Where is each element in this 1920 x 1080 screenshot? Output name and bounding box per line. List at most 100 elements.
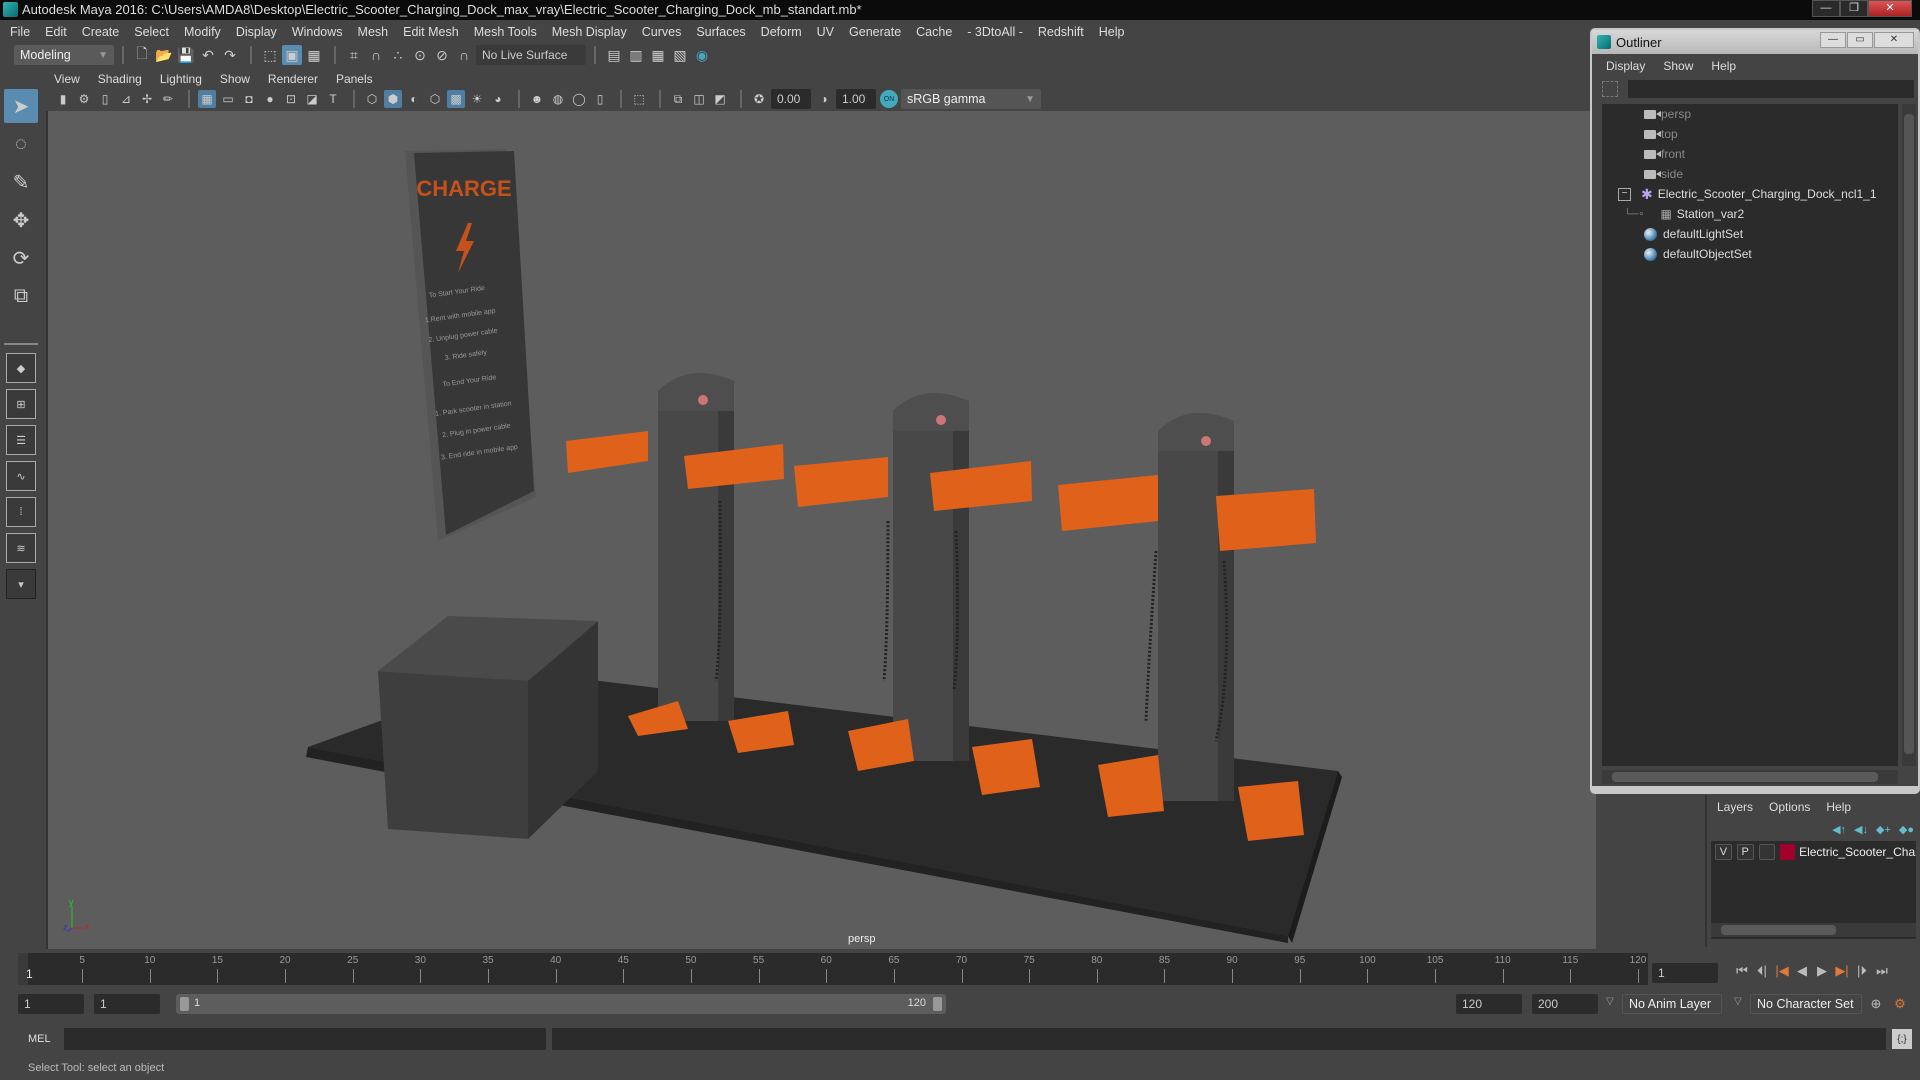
animation-preferences-icon[interactable]: ⚙: [1890, 994, 1910, 1014]
redo-icon[interactable]: ↷: [220, 45, 240, 65]
step-back-key-icon[interactable]: |◀: [1772, 961, 1792, 981]
menu-display[interactable]: Display: [236, 25, 277, 39]
snap-grid-icon[interactable]: ⌗: [344, 45, 364, 65]
chevron-down-icon[interactable]: ▽: [1734, 996, 1742, 1007]
outliner-menu-show[interactable]: Show: [1663, 59, 1693, 73]
persp-graph-layout-icon[interactable]: ∿: [6, 461, 36, 491]
command-input[interactable]: [64, 1028, 546, 1050]
outliner-maximize-button[interactable]: ▭: [1847, 32, 1873, 48]
menu-uv[interactable]: UV: [817, 25, 834, 39]
menu-mesh-tools[interactable]: Mesh Tools: [474, 25, 537, 39]
new-layer-selected-icon[interactable]: ◆●: [1899, 823, 1914, 836]
playback-end-field[interactable]: 120: [1456, 994, 1522, 1014]
range-bar[interactable]: 1 120: [176, 994, 946, 1014]
render-frame-icon[interactable]: ▥: [626, 45, 646, 65]
outliner-persp-layout-icon[interactable]: ☰: [6, 425, 36, 455]
go-to-end-icon[interactable]: ⏭: [1872, 961, 1892, 981]
outliner-item-group[interactable]: − ✱ Electric_Scooter_Charging_Dock_ncl1_…: [1602, 184, 1898, 204]
maximize-button[interactable]: ❐: [1840, 0, 1868, 17]
time-slider-track[interactable]: 1 5 10 15 20 25 30 35 40 45 50 55 60 65 70 75 80 85 90 95 1…: [18, 953, 1648, 985]
auto-key-icon[interactable]: ⊕: [1866, 994, 1886, 1014]
outliner-horizontal-scrollbar[interactable]: [1602, 770, 1898, 784]
outliner-item-default-light-set[interactable]: defaultLightSet: [1602, 224, 1898, 244]
step-forward-key-icon[interactable]: ▶|: [1832, 961, 1852, 981]
play-backwards-icon[interactable]: ◀: [1792, 961, 1812, 981]
menu-modify[interactable]: Modify: [184, 25, 221, 39]
select-component-icon[interactable]: ▦: [304, 45, 324, 65]
camera-attributes-icon[interactable]: ⚙: [75, 90, 93, 108]
textured-icon[interactable]: ▩: [447, 90, 465, 108]
menu-edit[interactable]: Edit: [45, 25, 67, 39]
move-layer-down-icon[interactable]: ◀↓: [1854, 823, 1868, 836]
xray-components-icon[interactable]: ◩: [711, 90, 729, 108]
safe-action-icon[interactable]: ◪: [303, 90, 321, 108]
default-material-icon[interactable]: ◐: [405, 90, 423, 108]
snap-view-plane-icon[interactable]: ⊙: [410, 45, 430, 65]
menu-mesh-display[interactable]: Mesh Display: [552, 25, 627, 39]
multisample-aa-icon[interactable]: ◯: [570, 90, 588, 108]
animation-start-field[interactable]: 1: [18, 994, 84, 1014]
select-object-icon[interactable]: ▣: [282, 45, 302, 65]
menu-edit-mesh[interactable]: Edit Mesh: [403, 25, 459, 39]
xray-joints-icon[interactable]: ◫: [690, 90, 708, 108]
field-chart-icon[interactable]: ⊡: [282, 90, 300, 108]
screen-space-ao-icon[interactable]: ☻: [528, 90, 546, 108]
ipr-render-icon[interactable]: ▦: [648, 45, 668, 65]
layers-horizontal-scrollbar[interactable]: [1711, 923, 1916, 937]
step-forward-frame-icon[interactable]: |⏵: [1852, 961, 1872, 981]
outliner-item-side[interactable]: side: [1602, 164, 1898, 184]
isolate-select-icon[interactable]: ⬚: [630, 90, 648, 108]
live-surface-field[interactable]: No Live Surface: [476, 45, 586, 65]
menu-deform[interactable]: Deform: [761, 25, 802, 39]
wireframe-on-shaded-icon[interactable]: ⬡: [426, 90, 444, 108]
single-pane-layout-icon[interactable]: ◆: [6, 353, 36, 383]
outliner-vertical-scrollbar[interactable]: [1902, 104, 1916, 766]
motion-blur-icon[interactable]: ◍: [549, 90, 567, 108]
range-start-handle[interactable]: [180, 997, 189, 1011]
outliner-menu-help[interactable]: Help: [1711, 59, 1736, 73]
camera-icon[interactable]: ▮: [54, 90, 72, 108]
menu-help[interactable]: Help: [1099, 25, 1125, 39]
chevron-down-icon[interactable]: ▽: [1606, 996, 1614, 1007]
animation-end-field[interactable]: 200: [1532, 994, 1598, 1014]
grease-pencil-icon[interactable]: ✏: [159, 90, 177, 108]
menu-create[interactable]: Create: [82, 25, 120, 39]
bookmark-icon[interactable]: ▯: [96, 90, 114, 108]
outliner-close-button[interactable]: ✕: [1874, 32, 1914, 48]
viewport-persp[interactable]: CHARGE To Start Your Ride 1.Rent with mo…: [46, 111, 1596, 949]
new-layer-icon[interactable]: ◆+: [1876, 823, 1891, 836]
gate-mask-icon[interactable]: ●: [261, 90, 279, 108]
menu-select[interactable]: Select: [134, 25, 169, 39]
more-layouts-icon[interactable]: ▾: [6, 569, 36, 599]
panel-menu-shading[interactable]: Shading: [98, 72, 142, 86]
snap-curve-icon[interactable]: ∩: [366, 45, 386, 65]
xray-icon[interactable]: ⧉: [669, 90, 687, 108]
2d-pan-zoom-icon[interactable]: ✢: [138, 90, 156, 108]
exposure-field[interactable]: 0.00: [771, 89, 811, 109]
close-button[interactable]: ✕: [1868, 0, 1912, 17]
layer-row[interactable]: V P Electric_Scooter_Charg: [1711, 841, 1916, 863]
layers-menu-help[interactable]: Help: [1826, 800, 1851, 814]
layer-playback-toggle[interactable]: P: [1736, 844, 1754, 860]
mode-selector[interactable]: Modeling ▼: [14, 45, 114, 65]
menu-3dtoall[interactable]: - 3DtoAll -: [967, 25, 1023, 39]
save-scene-icon[interactable]: 💾: [176, 45, 196, 65]
menu-generate[interactable]: Generate: [849, 25, 901, 39]
smooth-shade-icon[interactable]: ⬢: [384, 90, 402, 108]
layers-menu-layers[interactable]: Layers: [1717, 800, 1753, 814]
panel-menu-panels[interactable]: Panels: [336, 72, 373, 86]
move-layer-up-icon[interactable]: ◀↑: [1832, 823, 1846, 836]
scrollbar-thumb[interactable]: [1904, 114, 1914, 754]
snap-point-icon[interactable]: ∴: [388, 45, 408, 65]
film-gate-icon[interactable]: ▭: [219, 90, 237, 108]
make-live-icon[interactable]: ∩: [454, 45, 474, 65]
paint-select-tool-icon[interactable]: ✎: [4, 165, 38, 199]
playback-start-field[interactable]: 1: [94, 994, 160, 1014]
outliner-item-persp[interactable]: persp: [1602, 104, 1898, 124]
menu-surfaces[interactable]: Surfaces: [696, 25, 745, 39]
go-to-start-icon[interactable]: ⏮: [1732, 961, 1752, 981]
scrollbar-thumb[interactable]: [1721, 925, 1836, 935]
snap-surface-icon[interactable]: ⊘: [432, 45, 452, 65]
select-hierarchy-icon[interactable]: ⬚: [260, 45, 280, 65]
hypershade-icon[interactable]: ◉: [692, 45, 712, 65]
